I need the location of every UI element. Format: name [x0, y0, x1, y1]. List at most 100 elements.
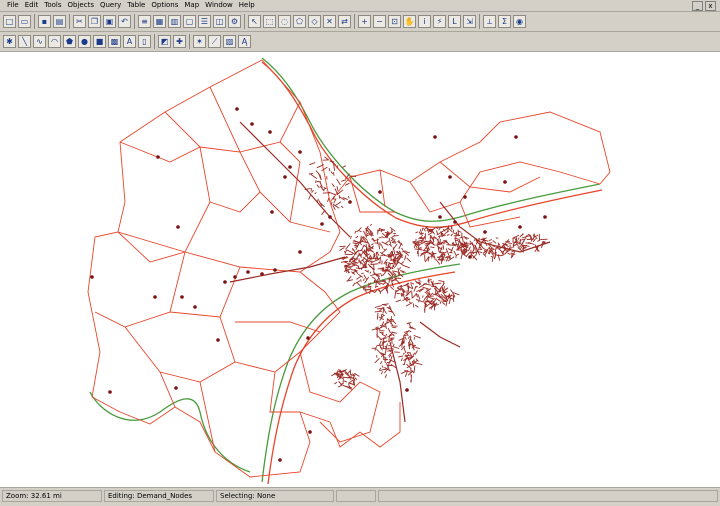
menu-options[interactable]: Options: [148, 0, 181, 11]
rounded-rect-button[interactable]: ▩: [108, 35, 121, 48]
street-segment: [384, 262, 387, 263]
polygon-button[interactable]: ⬟: [63, 35, 76, 48]
text-style-button[interactable]: Ą: [238, 35, 251, 48]
frame-button[interactable]: ▯: [138, 35, 151, 48]
arc-button[interactable]: ◠: [48, 35, 61, 48]
zone-boundary: [120, 60, 340, 232]
street-segment: [338, 378, 341, 379]
menu-map[interactable]: Map: [181, 0, 202, 11]
menu-list: File Edit Tools Objects Query Table Opti…: [4, 0, 258, 11]
street-segment: [375, 306, 382, 308]
drag-window-button[interactable]: ⇲: [463, 15, 476, 28]
invert-select-button[interactable]: ⇄: [338, 15, 351, 28]
close-button[interactable]: x: [705, 1, 716, 11]
street-segment: [355, 378, 357, 380]
zoom-in-button[interactable]: +: [358, 15, 371, 28]
layout-button[interactable]: ▢: [183, 15, 196, 28]
map-tool-button[interactable]: ◉: [513, 15, 526, 28]
street-segment: [382, 236, 384, 238]
print-icon: ▤: [56, 17, 64, 26]
menu-objects[interactable]: Objects: [65, 0, 97, 11]
zone-boundary: [92, 397, 310, 477]
tool-manager-button[interactable]: ⚙: [228, 15, 241, 28]
save-button[interactable]: ▪: [38, 15, 51, 28]
select-arrow-button[interactable]: ↖: [248, 15, 261, 28]
ellipse-button[interactable]: ●: [78, 35, 91, 48]
region-style-button[interactable]: ▧: [223, 35, 236, 48]
street-segment: [371, 264, 379, 265]
paste-button[interactable]: ▣: [103, 15, 116, 28]
street-segment: [423, 298, 425, 301]
open-button[interactable]: ▭: [18, 15, 31, 28]
minimize-button[interactable]: _: [692, 1, 703, 11]
street-segment: [391, 239, 393, 241]
street-segment: [337, 179, 341, 185]
street-segment: [510, 253, 515, 255]
polygon-icon: ⬟: [66, 37, 73, 46]
street-segment: [370, 287, 371, 294]
menu-window[interactable]: Window: [202, 0, 236, 11]
marquee-select-button[interactable]: ⬚: [263, 15, 276, 28]
demand-node: [308, 430, 312, 434]
redistrict-button[interactable]: ◫: [213, 15, 226, 28]
graph-button[interactable]: ▥: [168, 15, 181, 28]
status-selecting: Selecting: None: [216, 490, 334, 502]
boundary-select-button[interactable]: ◇: [308, 15, 321, 28]
ruler-icon: ⟂: [487, 17, 492, 26]
symbol-style-button[interactable]: ✶: [193, 35, 206, 48]
cut-button[interactable]: ✂: [73, 15, 86, 28]
menu-tools[interactable]: Tools: [41, 0, 64, 11]
new-button[interactable]: □: [3, 15, 16, 28]
street-segment: [324, 187, 327, 188]
polyline-button[interactable]: ∿: [33, 35, 46, 48]
street-segment: [380, 288, 384, 292]
rectangle-button[interactable]: ■: [93, 35, 106, 48]
copy-button[interactable]: ❐: [88, 15, 101, 28]
demand-node: [453, 220, 457, 224]
browser-button[interactable]: ▦: [153, 15, 166, 28]
undo-button[interactable]: ↶: [118, 15, 131, 28]
zoom-out-button[interactable]: −: [373, 15, 386, 28]
graph-icon: ▥: [171, 17, 179, 26]
map-canvas[interactable]: [0, 52, 720, 487]
info-button[interactable]: i: [418, 15, 431, 28]
radius-select-button[interactable]: ◌: [278, 15, 291, 28]
text-button[interactable]: A: [123, 35, 136, 48]
symbol-button[interactable]: ✱: [3, 35, 16, 48]
print-button[interactable]: ▤: [53, 15, 66, 28]
street-segment: [365, 270, 368, 272]
menu-file[interactable]: File: [4, 0, 22, 11]
zone-boundary: [185, 232, 340, 272]
menu-query[interactable]: Query: [97, 0, 124, 11]
add-node-button[interactable]: ✚: [173, 35, 186, 48]
street-segment: [430, 247, 434, 248]
street-segment: [391, 238, 394, 240]
street-segment: [507, 243, 512, 244]
demand-node: [518, 225, 522, 229]
line-style-button[interactable]: ⟋: [208, 35, 221, 48]
reshape-button[interactable]: ◩: [158, 35, 171, 48]
zone-boundary: [330, 402, 400, 447]
menu-edit[interactable]: Edit: [22, 0, 42, 11]
menu-table[interactable]: Table: [124, 0, 148, 11]
street-segment: [334, 382, 337, 384]
marquee-select-icon: ⬚: [266, 17, 274, 26]
arc-icon: ◠: [51, 37, 58, 46]
map-window[interactable]: [0, 52, 720, 487]
legend-button[interactable]: ☰: [198, 15, 211, 28]
polygon-select-button[interactable]: ⬠: [293, 15, 306, 28]
change-view-button[interactable]: ⊡: [388, 15, 401, 28]
street-segment: [527, 239, 534, 240]
street-segment: [443, 232, 447, 236]
menu-help[interactable]: Help: [236, 0, 258, 11]
line-button[interactable]: ╲: [18, 35, 31, 48]
hotlink-button[interactable]: ⚡: [433, 15, 446, 28]
ruler-button[interactable]: ⟂: [483, 15, 496, 28]
grabber-hand-button[interactable]: ✋: [403, 15, 416, 28]
statistics-button[interactable]: Σ: [498, 15, 511, 28]
label-button[interactable]: L: [448, 15, 461, 28]
layer-control-button[interactable]: ≡: [138, 15, 151, 28]
street-segment: [359, 230, 362, 232]
unselect-button[interactable]: ✕: [323, 15, 336, 28]
polygon-select-icon: ⬠: [296, 17, 303, 26]
